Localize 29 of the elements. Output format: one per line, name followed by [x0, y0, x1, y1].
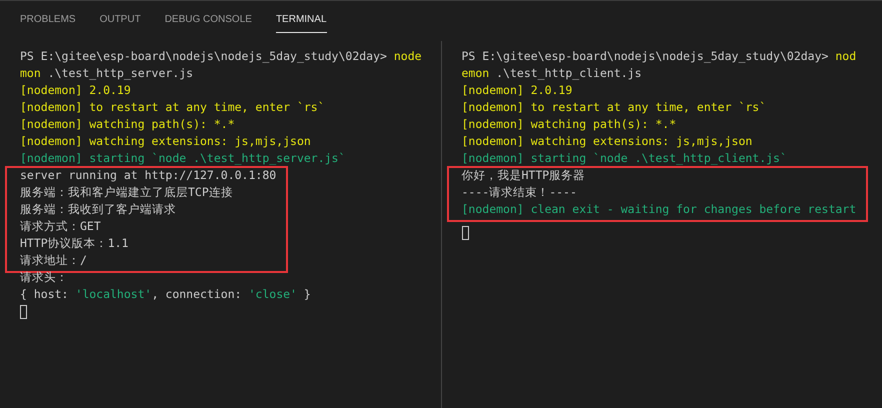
- terminal-line: [nodemon] 2.0.19: [20, 82, 131, 99]
- panel-tab[interactable]: DEBUG CONSOLE: [164, 1, 252, 33]
- terminal-line: [nodemon] 2.0.19: [462, 82, 572, 99]
- terminal-line: 请求方式：GET: [20, 218, 101, 235]
- panel-tab[interactable]: OUTPUT: [100, 1, 141, 33]
- terminal-line: [nodemon] starting `node .\test_http_client.js`: [462, 150, 787, 167]
- terminal-line: [nodemon] watching extensions: js,mjs,json: [462, 133, 752, 150]
- terminal-line: 请求地址：/: [20, 252, 87, 269]
- terminal-line: [nodemon] starting `node .\test_http_server.js`: [20, 150, 346, 167]
- terminal-line: 请求头：: [20, 269, 68, 286]
- terminal-line: server running at http://127.0.0.1:80: [20, 167, 276, 184]
- terminal-line: [nodemon] to restart at any time, enter `rs`: [20, 99, 325, 116]
- panel-tab[interactable]: TERMINAL: [276, 1, 326, 33]
- terminal-line: HTTP协议版本：1.1: [20, 235, 128, 252]
- terminal-line: [nodemon] watching extensions: js,mjs,json: [20, 133, 311, 150]
- terminal-line: [nodemon] to restart at any time, enter `rs`: [462, 99, 766, 116]
- terminal-line: 服务端：我收到了客户端请求: [20, 201, 176, 218]
- terminal-line: mon .\test_http_server.js: [20, 65, 194, 82]
- panel-tab[interactable]: PROBLEMS: [20, 1, 76, 33]
- terminal-line: { host: 'localhost', connection: 'close' }: [20, 286, 311, 303]
- terminal-line: [nodemon] clean exit - waiting for changes before restart: [462, 201, 856, 218]
- terminal-line: [nodemon] watching path(s): *.*: [20, 116, 235, 133]
- terminal-line: 你好，我是HTTP服务器: [462, 167, 586, 184]
- terminal-line: [nodemon] watching path(s): *.*: [462, 116, 676, 133]
- terminal-line: ----请求结束！----: [462, 184, 577, 201]
- terminal-line: 服务端：我和客户端建立了底层TCP连接: [20, 184, 233, 201]
- terminal-line: PS E:\gitee\esp-board\nodejs\nodejs_5day_study\02day> nod: [462, 48, 856, 65]
- terminal-line: emon .\test_http_client.js: [462, 65, 642, 82]
- terminal-line: PS E:\gitee\esp-board\nodejs\nodejs_5day_study\02day> node: [20, 48, 422, 65]
